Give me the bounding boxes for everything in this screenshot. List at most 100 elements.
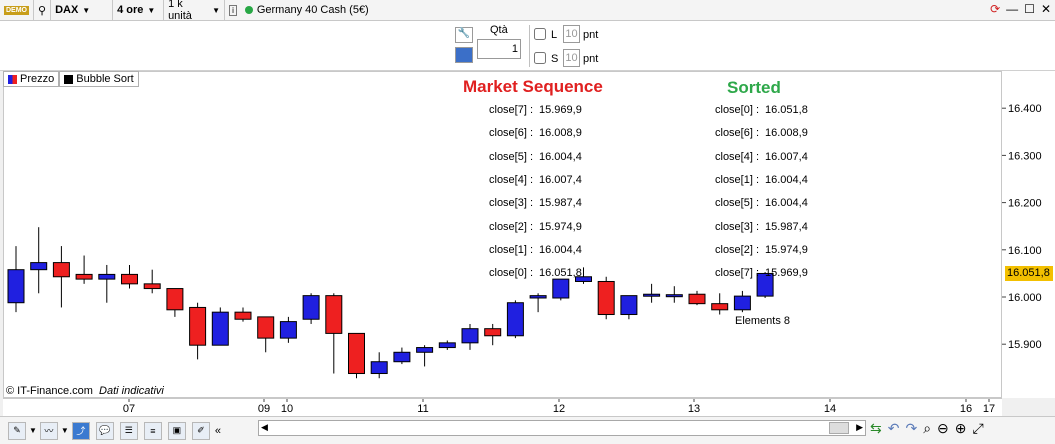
legend-indicator[interactable]: Bubble Sort: [59, 71, 139, 87]
indicator-button[interactable]: 〰: [39, 421, 58, 440]
short-pnt-input[interactable]: 10: [563, 49, 580, 67]
chevron-down-icon[interactable]: ▼: [61, 426, 69, 435]
zoom-fit-icon[interactable]: ⌕: [923, 420, 931, 437]
long-pnt-input[interactable]: 10: [563, 25, 580, 43]
candle-body: [211, 311, 229, 346]
disclaimer-label: Dati indicativi: [99, 385, 164, 397]
symbol-select[interactable]: DAX ▼: [51, 0, 114, 21]
candle: [552, 278, 570, 301]
long-label: L: [551, 29, 558, 41]
info-button[interactable]: i: [225, 0, 241, 21]
short-checkbox[interactable]: [534, 52, 546, 64]
sequence-row: close[5] : 16.004,4: [489, 151, 582, 163]
chevron-down-icon[interactable]: ▼: [29, 426, 37, 435]
candle: [643, 283, 661, 303]
undo-icon[interactable]: ↶: [888, 420, 900, 437]
sequence-key: close[3] :: [489, 197, 534, 210]
sequence-value: 16.008,9: [539, 127, 582, 140]
short-unit: pnt: [583, 53, 599, 65]
candle: [257, 316, 275, 353]
elements-count: Elements 8: [735, 315, 791, 327]
wave-icon: 〰: [44, 426, 54, 436]
instrument-name: Germany 40 Cash (5€): [256, 4, 369, 16]
sequence-title: Market Sequence: [463, 77, 603, 96]
candle-body: [529, 295, 547, 299]
sorted-value: 15.969,9: [765, 267, 808, 280]
minimize-button[interactable]: —: [1006, 2, 1018, 16]
candle: [461, 323, 479, 350]
qty-input[interactable]: [477, 39, 521, 59]
wrench-button[interactable]: 🔧: [455, 27, 473, 43]
list-button[interactable]: ☰: [119, 421, 138, 440]
sequence-row: close[0] : 16.051,8: [489, 267, 582, 279]
sequence-row: close[2] : 15.974,9: [489, 221, 582, 233]
sorted-value: 16.004,4: [765, 197, 808, 210]
candle: [75, 255, 93, 284]
ladder-button[interactable]: ≡: [143, 421, 162, 440]
collapse-icon[interactable]: «: [215, 425, 221, 437]
sync-icon[interactable]: ⟳: [990, 2, 1000, 16]
y-tick-label: 16.400: [1008, 103, 1042, 115]
chart-scrollbar[interactable]: ◀ ▶: [258, 420, 866, 436]
x-tick-label: 10: [281, 403, 293, 415]
timeframe-select[interactable]: 4 ore ▼: [113, 0, 165, 21]
candle: [30, 227, 48, 294]
chevron-down-icon: ▼: [212, 5, 221, 15]
scroll-left-icon[interactable]: ◀: [261, 422, 268, 433]
candle-body: [461, 328, 479, 344]
y-tick-label: 16.200: [1008, 198, 1042, 210]
x-tick-label: 16: [960, 403, 972, 415]
candle-body: [711, 303, 729, 311]
candle: [348, 332, 365, 379]
wrench-icon: 🔧: [457, 28, 471, 39]
expand-icon[interactable]: ⤢: [973, 420, 984, 437]
zoom-in-icon[interactable]: ⊕: [955, 420, 967, 437]
candle-body: [348, 332, 365, 375]
indicator-swatch: [64, 74, 74, 84]
candle: [302, 293, 320, 324]
candle: [484, 323, 502, 346]
candle-body: [234, 311, 252, 320]
x-tick-label: 13: [688, 403, 700, 415]
share-button[interactable]: ⤴: [71, 421, 90, 440]
sequence-value: 16.051,8: [539, 267, 582, 280]
candle: [166, 288, 184, 317]
comment-button[interactable]: 💬: [95, 421, 114, 440]
sync-chart-icon[interactable]: ⇆: [870, 420, 882, 437]
close-button[interactable]: ✕: [1041, 2, 1051, 16]
demo-badge[interactable]: DEMO: [0, 0, 34, 21]
candle: [688, 290, 706, 306]
x-tick-label: 17: [983, 403, 995, 415]
sorted-value: 16.007,4: [765, 150, 808, 163]
draw-button[interactable]: ✐: [191, 421, 210, 440]
timeframe-value: 4 ore: [117, 4, 144, 16]
sorted-row: close[4] : 16.007,4: [715, 151, 808, 163]
link-icon: ⚲: [38, 4, 47, 17]
sequence-key: close[1] :: [489, 243, 534, 256]
legend-price[interactable]: Prezzo: [3, 71, 60, 87]
scroll-thumb[interactable]: [829, 422, 849, 434]
ladder-icon: ≡: [150, 425, 156, 436]
zoom-out-icon[interactable]: ⊖: [937, 420, 949, 437]
pencil-tool-button[interactable]: ✎: [8, 421, 26, 440]
candlestick-chart: [7, 227, 774, 379]
time-axis[interactable]: 07 09 10 11 12 13 14 16 17: [3, 398, 1002, 416]
scroll-right-icon[interactable]: ▶: [856, 422, 863, 433]
maximize-button[interactable]: ☐: [1024, 2, 1035, 16]
candle-body: [257, 316, 275, 339]
candle: [98, 264, 116, 303]
candle-body: [30, 262, 48, 271]
units-select[interactable]: 1 k unità ▼: [164, 0, 226, 22]
chart-area[interactable]: [3, 71, 1002, 398]
sorted-key: close[7] :: [715, 267, 760, 280]
x-tick-label: 07: [123, 403, 135, 415]
price-axis[interactable]: 16.400 16.300 16.200 16.100 16.000 15.900: [1002, 71, 1055, 398]
redo-icon[interactable]: ↷: [905, 420, 917, 437]
link-button[interactable]: ⚲: [34, 0, 52, 21]
candle: [370, 352, 388, 379]
keypad-button[interactable]: [455, 47, 473, 63]
window-button[interactable]: ▣: [167, 421, 186, 440]
long-checkbox[interactable]: [534, 28, 546, 40]
candle-body: [370, 361, 388, 375]
sequence-key: close[7] :: [489, 104, 534, 116]
